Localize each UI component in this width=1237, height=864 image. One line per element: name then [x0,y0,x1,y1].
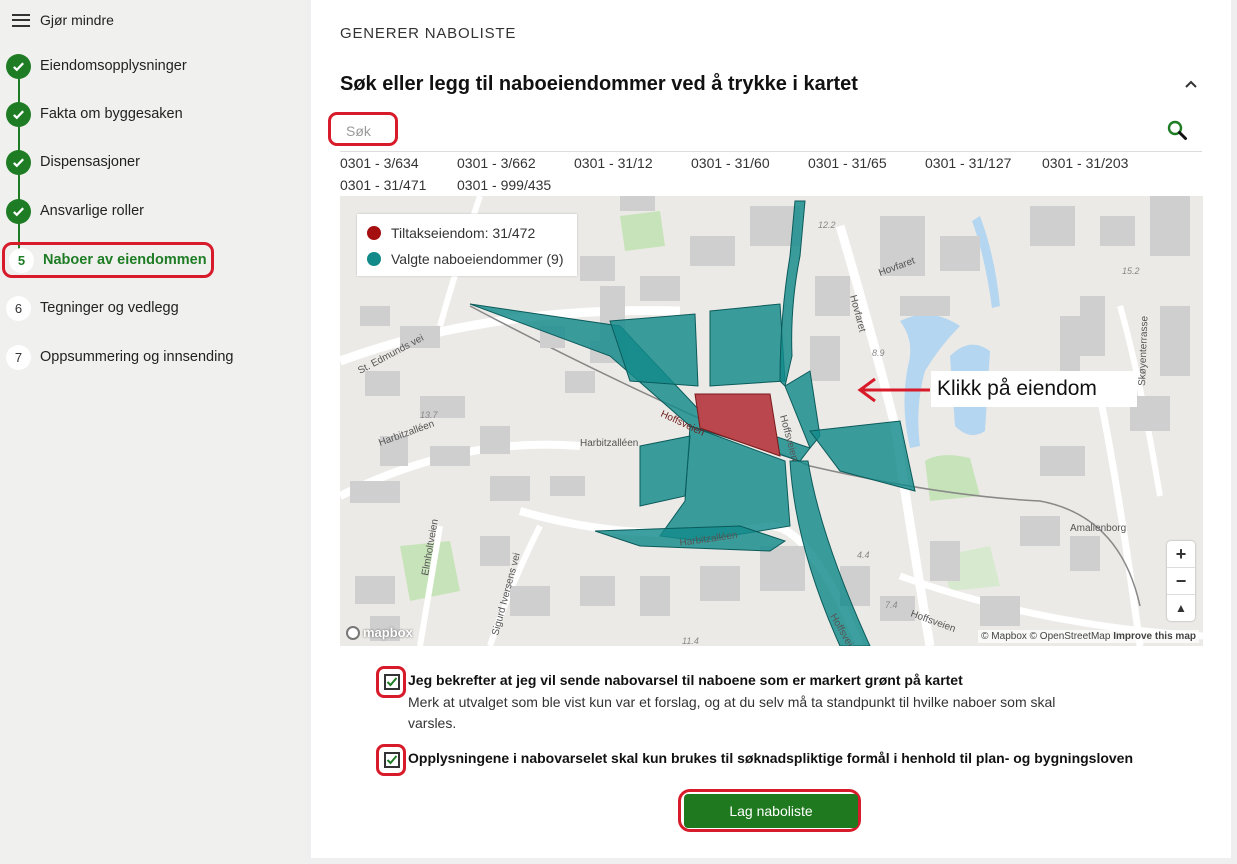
lag-naboliste-button[interactable]: Lag naboliste [684,794,858,828]
elevation-label: 13.7 [420,410,439,420]
confirm-label: Jeg bekrefter at jeg vil sende nabovarse… [408,672,963,688]
step-number: 7 [6,344,31,370]
street-label: Harbitzalléen [580,438,638,449]
compass-button[interactable]: ▲ [1167,595,1195,621]
confirm-nabovarsel[interactable]: Jeg bekrefter at jeg vil sende nabovarse… [376,666,1088,734]
zoom-in-button[interactable]: + [1167,541,1195,568]
street-label: Hoffsveien [909,608,957,634]
property-tag[interactable]: 0301 - 31/471 [340,176,457,198]
property-tag[interactable]: 0301 - 31/12 [574,154,691,176]
map-attribution: © Mapbox © OpenStreetMap Improve this ma… [978,630,1199,643]
property-list: 0301 - 3/634 0301 - 3/662 0301 - 31/12 0… [340,154,1210,198]
legend-label: Valgte naboeiendommer (9) [391,251,564,267]
zoom-controls: + − ▲ [1167,541,1195,621]
hamburger-icon [12,13,30,27]
search-input[interactable] [340,114,1160,148]
checkbox-confirm-nabovarsel[interactable] [384,674,400,690]
map-legend: Tiltakseiendom: 31/472 Valgte naboeiendo… [357,214,577,276]
elevation-label: 4.4 [857,550,870,560]
checkbox-confirm-formal[interactable] [384,752,400,768]
elevation-label: 15.2 [1122,266,1140,276]
chevron-up-icon[interactable] [1181,76,1201,92]
mapbox-logo-text: mapbox [363,625,413,640]
red-dot-icon [367,226,381,240]
collapse-label: Gjør mindre [40,12,114,28]
mapbox-logo[interactable]: mapbox [346,625,413,640]
step-label: Dispensasjoner [40,154,140,170]
collapse-menu-button[interactable]: Gjør mindre [12,12,114,28]
property-tag[interactable]: 0301 - 3/634 [340,154,457,176]
step-tegninger-og-vedlegg[interactable]: 6 Tegninger og vedlegg [6,293,179,323]
elevation-label: 12.2 [818,220,836,230]
step-label: Eiendomsopplysninger [40,58,187,74]
step-fakta-om-byggesaken[interactable]: Fakta om byggesaken [6,99,183,129]
check-icon [386,677,398,687]
checkbox-wrapper[interactable] [376,744,406,776]
step-ansvarlige-roller[interactable]: Ansvarlige roller [6,196,144,226]
check-circle-icon [6,198,31,224]
elevation-label: 8.9 [872,348,885,358]
step-naboer-av-eiendommen[interactable]: 5 Naboer av eiendommen [2,242,214,278]
map[interactable]: St. Edmunds vei Harbitzalléen Harbitzall… [340,196,1203,646]
step-number: 5 [9,247,34,273]
property-tag[interactable]: 0301 - 31/127 [925,154,1042,176]
street-label: Skøyenterrasse [1137,315,1150,386]
confirm-formal[interactable]: Opplysningene i nabovarselet skal kun br… [376,744,1134,776]
step-label: Fakta om byggesaken [40,106,183,122]
sidebar: Gjør mindre Eiendomsopplysninger Fakta o… [0,0,306,864]
confirm-label: Opplysningene i nabovarselet skal kun br… [408,750,1134,766]
step-label: Tegninger og vedlegg [40,300,179,316]
step-label: Oppsummering og innsending [40,349,234,365]
step-eiendomsopplysninger[interactable]: Eiendomsopplysninger [6,51,187,81]
street-label: Amalienborg [1070,523,1126,534]
step-label: Naboer av eiendommen [43,252,207,268]
property-tag[interactable]: 0301 - 31/65 [808,154,925,176]
teal-dot-icon [367,252,381,266]
improve-map-link[interactable]: Improve this map [1113,631,1196,642]
checkbox-wrapper[interactable] [376,666,406,698]
step-oppsummering-og-innsending[interactable]: 7 Oppsummering og innsending [6,342,233,372]
section-title: GENERER NABOLISTE [340,25,517,42]
confirm-note: Merk at utvalget som ble vist kun var et… [408,694,1056,731]
property-tag[interactable]: 0301 - 999/435 [457,176,574,198]
page-heading: Søk eller legg til naboeiendommer ved å … [340,73,858,95]
zoom-out-button[interactable]: − [1167,568,1195,595]
mapbox-icon [346,625,360,640]
legend-item-tiltak: Tiltakseiendom: 31/472 [367,220,567,246]
search-row [328,112,1202,152]
legend-label: Tiltakseiendom: 31/472 [391,225,536,241]
property-tag[interactable]: 0301 - 31/60 [691,154,808,176]
check-circle-icon [6,101,31,127]
step-dispensasjoner[interactable]: Dispensasjoner [6,147,140,177]
check-circle-icon [6,53,31,79]
elevation-label: 7.4 [885,600,898,610]
check-icon [386,755,398,765]
step-number: 6 [6,295,31,321]
map-callout: Klikk på eiendom [931,371,1137,407]
step-label: Ansvarlige roller [40,203,144,219]
attribution-text: © Mapbox © OpenStreetMap [981,631,1111,642]
main-panel: GENERER NABOLISTE Søk eller legg til nab… [311,0,1231,858]
property-tag[interactable]: 0301 - 31/203 [1042,154,1159,176]
check-circle-icon [6,149,31,175]
legend-item-naboer: Valgte naboeiendommer (9) [367,246,567,272]
elevation-label: 11.4 [682,636,699,646]
search-icon[interactable] [1166,119,1188,141]
property-tag[interactable]: 0301 - 3/662 [457,154,574,176]
